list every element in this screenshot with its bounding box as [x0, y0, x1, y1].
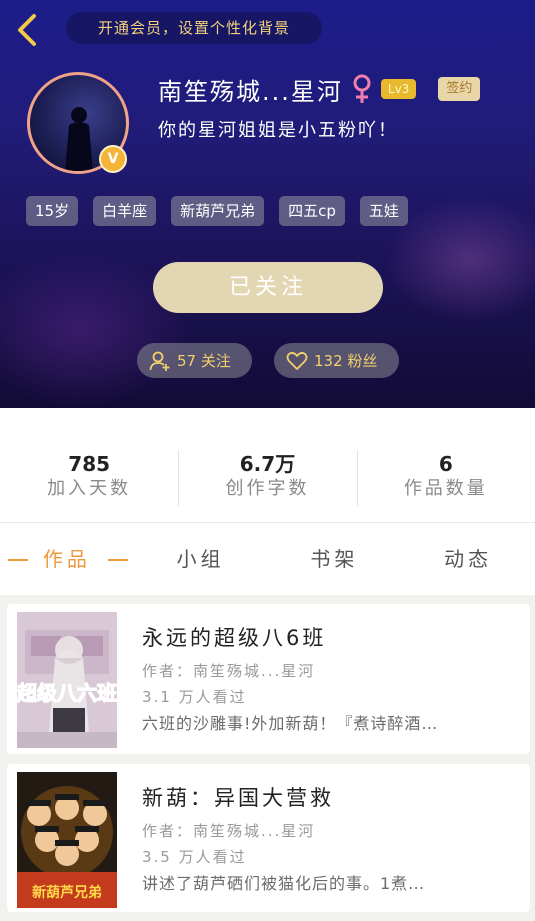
user-bio: 你的星河姐姐是小五粉吖！ — [158, 120, 398, 141]
work-card[interactable]: 新葫芦兄弟 新葫：异国大营救 作者：南笙殇城...星河 3.5 万人看过 讲述了… — [7, 764, 530, 912]
stat-label: 创作字数 — [225, 478, 310, 499]
stat-join-days: 785 加入天数 — [0, 408, 178, 522]
stat-works-count: 6 作品数量 — [356, 408, 535, 522]
cover-image: 新葫芦兄弟 — [17, 772, 117, 908]
stat-value: 785 — [68, 452, 111, 476]
profile-tabs: 作品 小组 书架 动态 — [0, 522, 535, 595]
verified-badge: V — [99, 145, 127, 173]
following-count-button[interactable]: 57 关注 — [137, 343, 252, 378]
tag-character: 五娃 — [359, 196, 408, 226]
tab-groups[interactable]: 小组 — [134, 523, 268, 595]
profile-header: 开通会员，设置个性化背景 V 南笙殇城...星河 Lv3 签约 你的星河姐姐是小… — [0, 0, 535, 408]
following-count: 57 关注 — [177, 352, 231, 370]
work-description: 讲述了葫芦硒们被猫化后的事。1煮… — [142, 874, 426, 893]
stat-label: 作品数量 — [403, 478, 488, 499]
tag-age: 15岁 — [26, 196, 79, 226]
cover-image: 超级八六班 — [17, 612, 117, 748]
works-list: 超级八六班 永远的超级八6班 作者：南笙殇城...星河 3.1 万人看过 六班的… — [0, 595, 535, 921]
tab-bookshelf[interactable]: 书架 — [268, 523, 402, 595]
user-add-icon — [149, 351, 170, 371]
stats-bar: 785 加入天数 6.7万 创作字数 6 作品数量 — [0, 408, 535, 522]
stat-value: 6.7万 — [239, 452, 296, 476]
tag-fandom: 新葫芦兄弟 — [171, 196, 265, 226]
tab-activity[interactable]: 动态 — [401, 523, 535, 595]
work-info: 新葫：异国大营救 作者：南笙殇城...星河 3.5 万人看过 讲述了葫芦硒们被猫… — [142, 782, 508, 898]
work-cover[interactable]: 超级八六班 — [17, 612, 117, 748]
vip-banner[interactable]: 开通会员，设置个性化背景 — [66, 12, 322, 44]
tab-works[interactable]: 作品 — [0, 523, 134, 595]
tag-cp: 四五cp — [279, 196, 345, 226]
username-row: 南笙殇城...星河 Lv3 签约 — [158, 72, 481, 106]
work-card[interactable]: 超级八六班 永远的超级八6班 作者：南笙殇城...星河 3.1 万人看过 六班的… — [7, 604, 530, 754]
female-icon — [353, 74, 371, 103]
back-button[interactable] — [8, 10, 48, 50]
work-title: 永远的超级八6班 — [142, 626, 327, 650]
cover-title-text: 新葫芦兄弟 — [32, 884, 102, 901]
stat-label: 加入天数 — [47, 478, 132, 499]
work-info: 永远的超级八6班 作者：南笙殇城...星河 3.1 万人看过 六班的沙雕事!外加… — [142, 622, 508, 738]
work-title: 新葫：异国大营救 — [142, 786, 334, 810]
cover-title-text: 超级八六班 — [17, 681, 117, 705]
level-badge: Lv3 — [380, 79, 417, 99]
tag-zodiac: 白羊座 — [93, 196, 157, 226]
fans-count: 132 粉丝 — [314, 352, 378, 370]
fans-count-button[interactable]: 132 粉丝 — [274, 343, 399, 378]
stat-value: 6 — [438, 452, 453, 476]
avatar-figure-image — [65, 107, 93, 171]
work-author: 作者：南笙殇城...星河 — [142, 662, 316, 680]
follow-button[interactable]: 已关注 — [153, 262, 383, 313]
work-author: 作者：南笙殇城...星河 — [142, 822, 316, 840]
work-cover[interactable]: 新葫芦兄弟 — [17, 772, 117, 908]
heart-icon — [286, 351, 308, 370]
signed-badge: 签约 — [438, 77, 481, 101]
work-views: 3.5 万人看过 — [142, 848, 247, 866]
back-arrow-icon — [18, 14, 36, 46]
tag-list: 15岁 白羊座 新葫芦兄弟 四五cp 五娃 — [26, 196, 423, 226]
stat-word-count: 6.7万 创作字数 — [178, 408, 356, 522]
username: 南笙殇城...星河 — [158, 77, 343, 106]
work-views: 3.1 万人看过 — [142, 688, 247, 706]
work-description: 六班的沙雕事!外加新葫！『煮诗醉酒… — [142, 714, 439, 733]
